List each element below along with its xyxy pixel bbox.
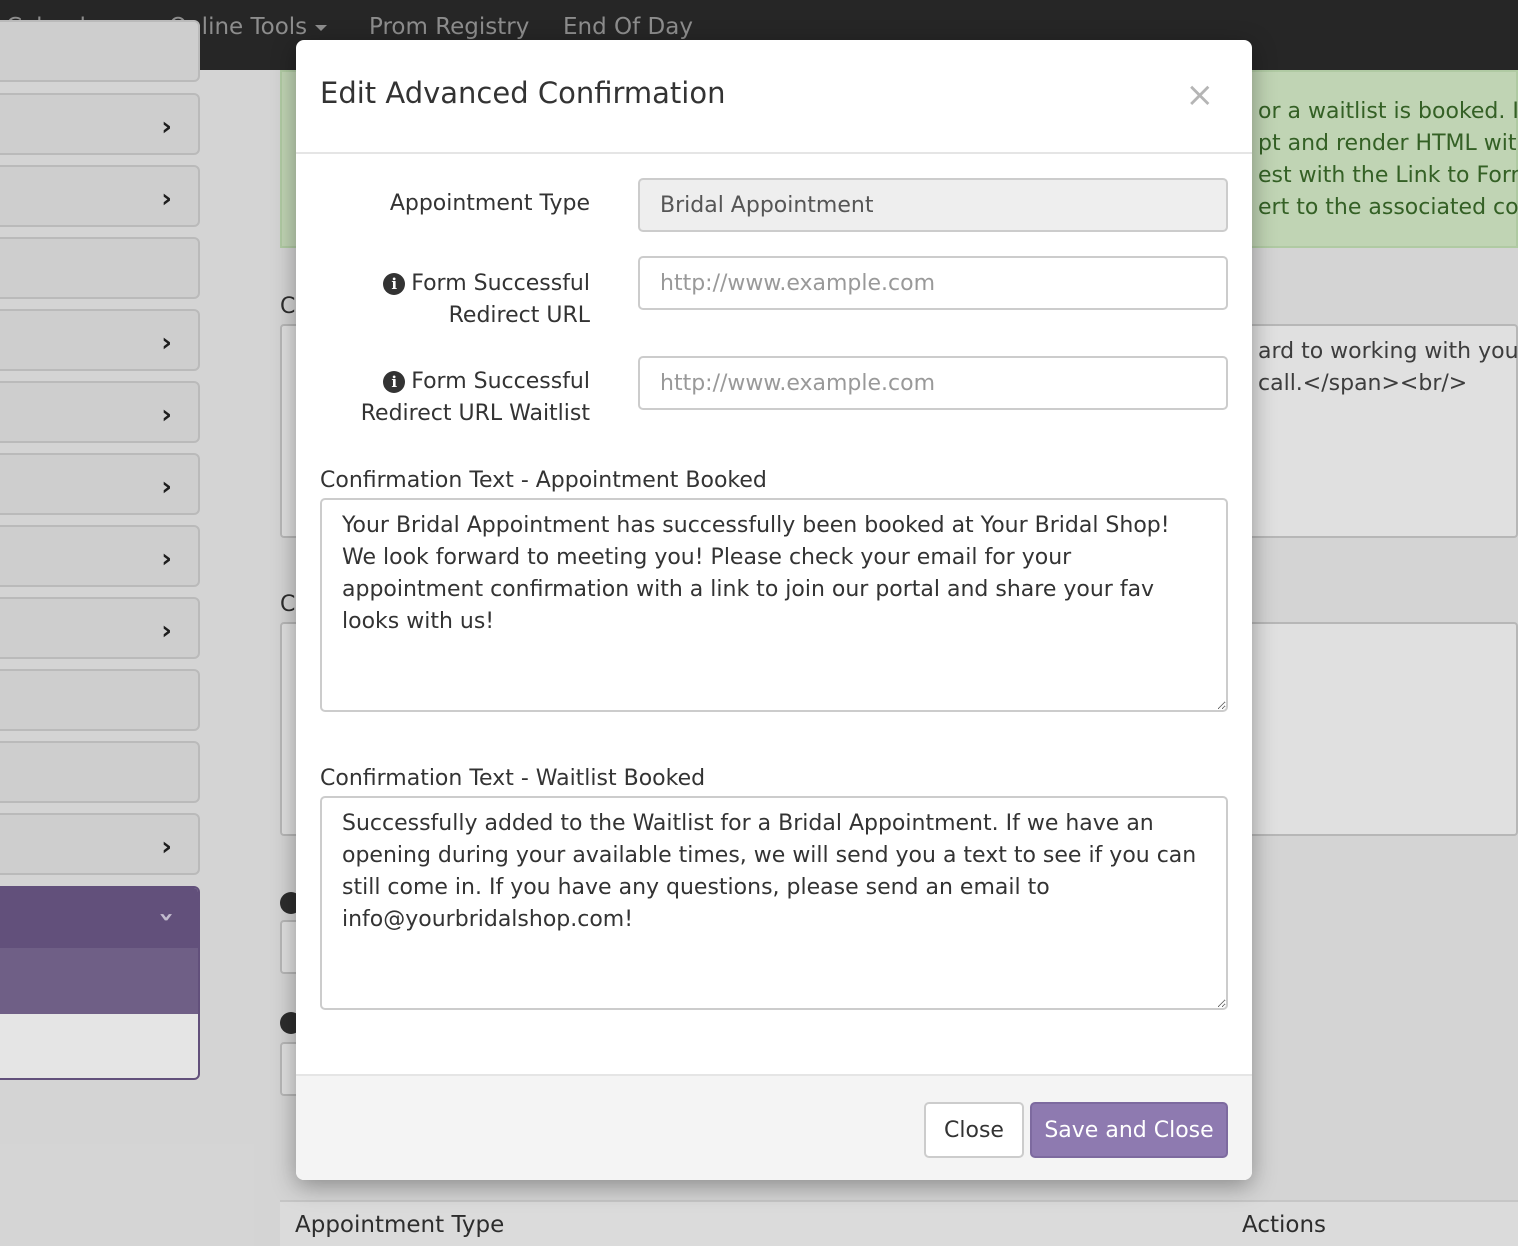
appointment-type-field[interactable]	[638, 178, 1228, 232]
redirect-url-waitlist-input[interactable]	[638, 356, 1228, 410]
close-button[interactable]: Close	[924, 1102, 1024, 1158]
waitlist-booked-label: Confirmation Text - Waitlist Booked	[320, 766, 706, 791]
redirect-url-waitlist-label: i Form Successful Redirect URL Waitlist	[296, 366, 590, 430]
redirect-url-label-line2: Redirect URL	[448, 303, 590, 328]
redirect-url-label: i Form Successful Redirect URL	[296, 268, 590, 332]
modal-title: Edit Advanced Confirmation	[320, 76, 726, 110]
info-icon[interactable]: i	[383, 371, 406, 393]
modal-footer: Close Save and Close	[296, 1074, 1252, 1180]
redirect-url-waitlist-label-line1: Form Successful	[411, 369, 590, 394]
waitlist-booked-textarea[interactable]: Successfully added to the Waitlist for a…	[320, 796, 1228, 1010]
save-and-close-button[interactable]: Save and Close	[1030, 1102, 1228, 1158]
close-icon[interactable]: ×	[1186, 78, 1215, 112]
edit-confirmation-modal: Edit Advanced Confirmation × Appointment…	[296, 40, 1252, 1180]
appointment-booked-label: Confirmation Text - Appointment Booked	[320, 468, 767, 493]
appointment-booked-textarea[interactable]: Your Bridal Appointment has successfully…	[320, 498, 1228, 712]
redirect-url-input[interactable]	[638, 256, 1228, 310]
redirect-url-waitlist-label-line2: Redirect URL Waitlist	[360, 401, 590, 426]
appointment-type-label: Appointment Type	[389, 191, 590, 216]
modal-header: Edit Advanced Confirmation ×	[296, 40, 1252, 154]
info-icon[interactable]: i	[383, 273, 406, 295]
redirect-url-label-line1: Form Successful	[411, 271, 590, 296]
